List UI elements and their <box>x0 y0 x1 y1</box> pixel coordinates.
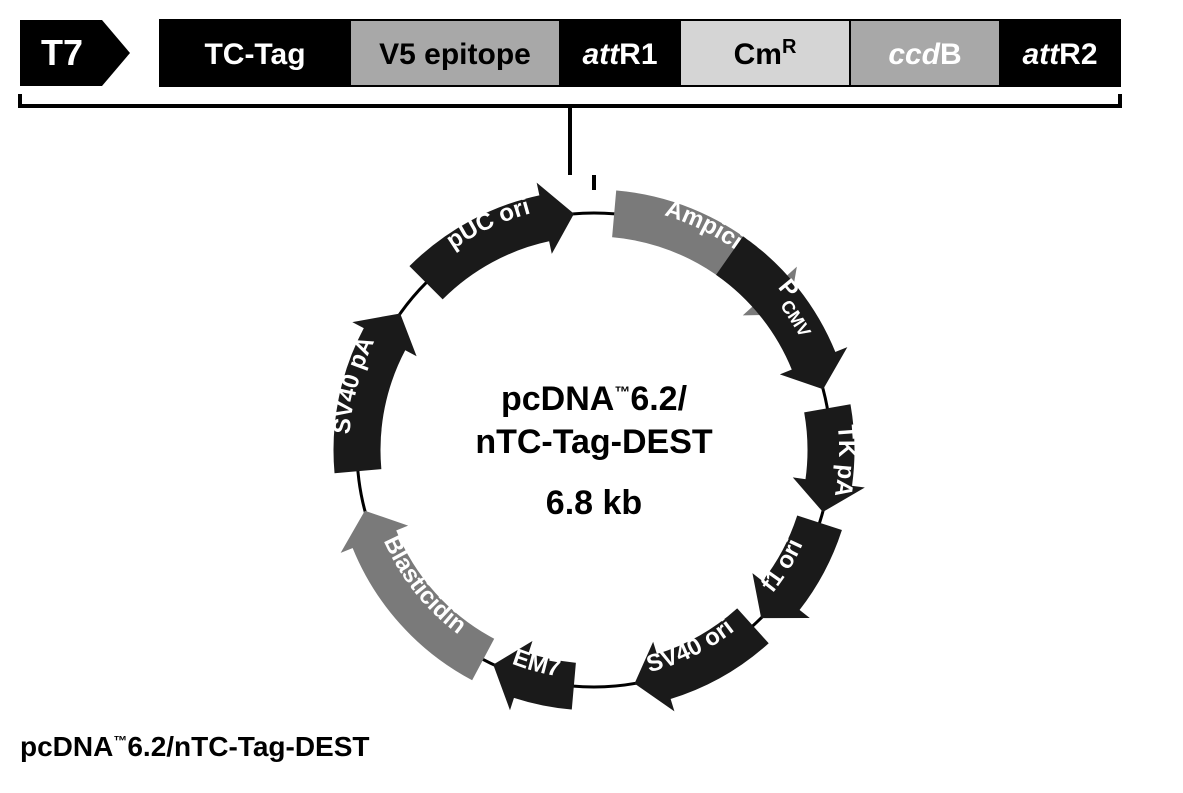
svg-text:V5 epitope: V5 epitope <box>379 38 531 71</box>
svg-text:ccdB: ccdB <box>888 38 961 71</box>
svg-text:T7: T7 <box>41 32 83 73</box>
svg-text:attR2: attR2 <box>1022 38 1097 71</box>
svg-text:TC-Tag: TC-Tag <box>204 38 305 71</box>
figure-caption: pcDNA™6.2/nTC-Tag-DEST <box>20 731 370 763</box>
plasmid-center-label: pcDNA™6.2/ nTC-Tag-DEST 6.8 kb <box>414 380 774 523</box>
svg-text:TK pA: TK pA <box>829 424 860 499</box>
svg-text:attR1: attR1 <box>582 38 657 71</box>
